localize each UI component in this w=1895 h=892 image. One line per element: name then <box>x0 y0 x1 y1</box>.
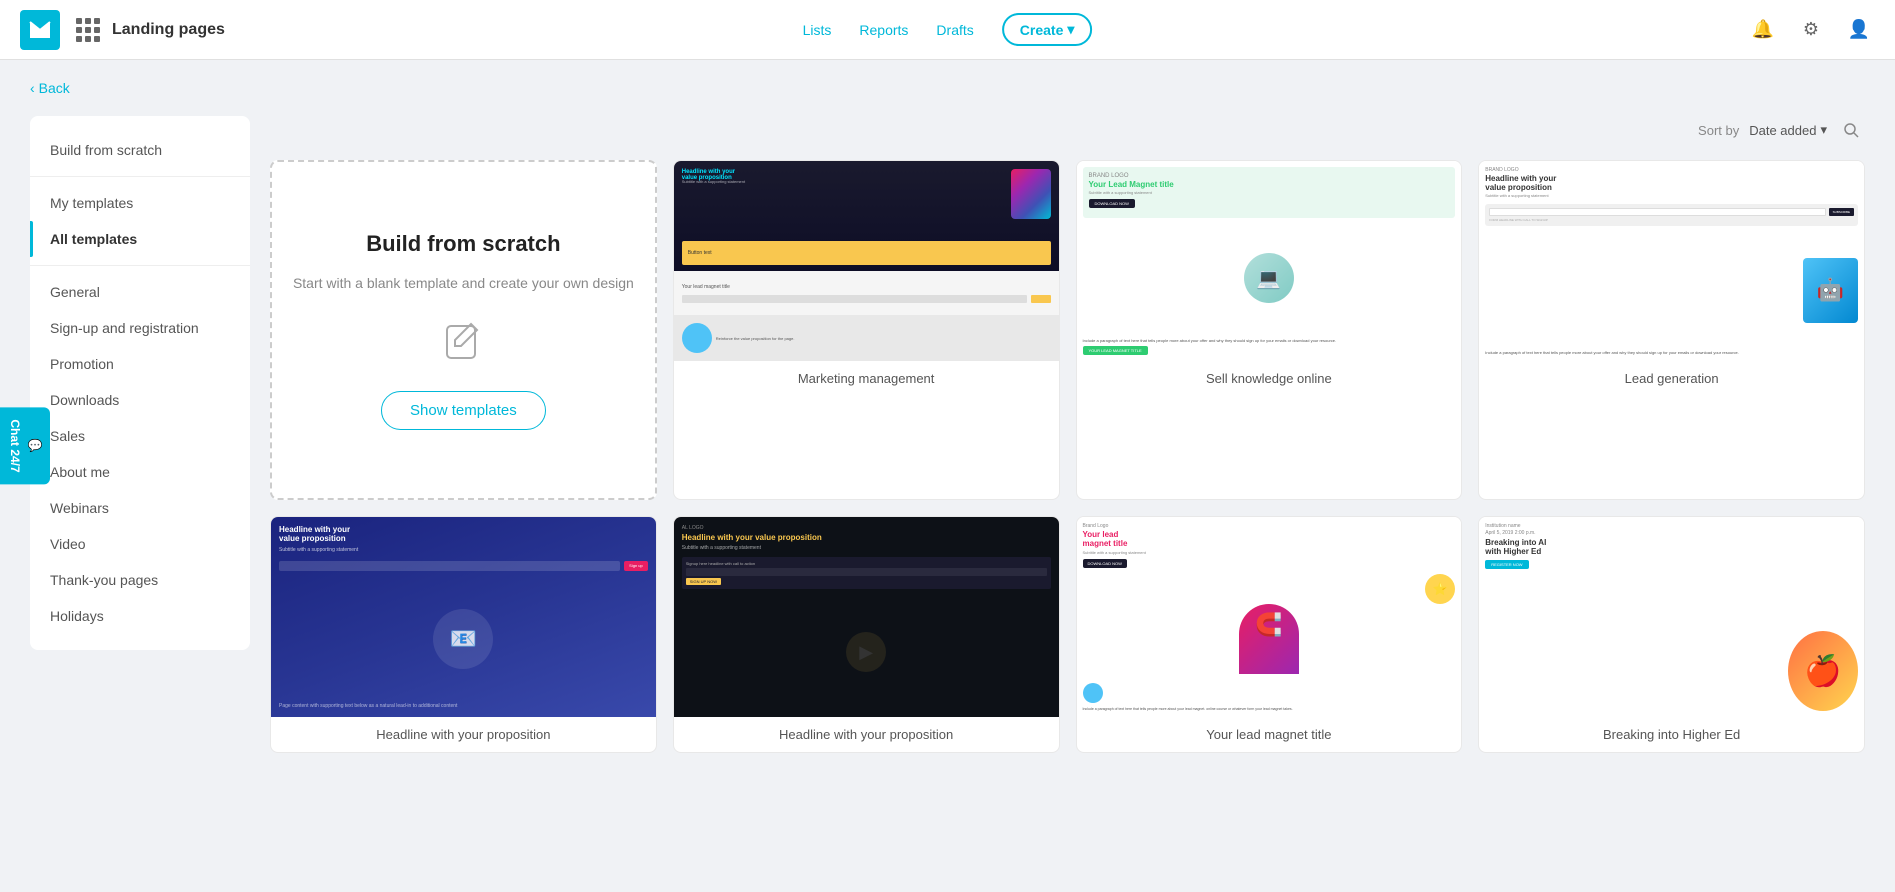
template-preview-headline: Headline with yourvalue proposition Subt… <box>271 517 656 717</box>
template-label-sell: Sell knowledge online <box>1077 361 1462 396</box>
template-label-magnet: Your lead magnet title <box>1077 717 1462 752</box>
template-preview-breaking: Institution name April 5, 2019 2:00 p.m.… <box>1479 517 1864 717</box>
sidebar-item-downloads[interactable]: Downloads <box>30 382 250 418</box>
sidebar-item-all-templates[interactable]: All templates <box>30 221 250 257</box>
content-area: Build from scratch My templates All temp… <box>30 116 1865 753</box>
template-preview-marketing: Headline with yourvalue proposition Subt… <box>674 161 1059 361</box>
sort-dropdown[interactable]: Date added ▾ <box>1749 122 1827 138</box>
template-card-dark-panel[interactable]: AL LOGO Headline with your value proposi… <box>673 516 1060 753</box>
back-arrow-icon: ‹ <box>30 80 35 96</box>
template-label-lead-gen: Lead generation <box>1479 361 1864 396</box>
nav-reports[interactable]: Reports <box>859 22 908 38</box>
header: Landing pages Lists Reports Drafts Creat… <box>0 0 1895 60</box>
scratch-card[interactable]: Build from scratch Start with a blank te… <box>270 160 657 500</box>
template-card-breaking[interactable]: Institution name April 5, 2019 2:00 p.m.… <box>1478 516 1865 753</box>
sidebar-item-thank-you[interactable]: Thank-you pages <box>30 562 250 598</box>
template-card-headline[interactable]: Headline with yourvalue proposition Subt… <box>270 516 657 753</box>
grid-menu-icon[interactable] <box>72 14 104 46</box>
sidebar-item-build-scratch[interactable]: Build from scratch <box>30 132 250 168</box>
template-card-magnet[interactable]: Brand Logo Your leadmagnet title Subtitl… <box>1076 516 1463 753</box>
template-preview-lead-gen: BRAND LOGO Headline with yourvalue propo… <box>1479 161 1864 361</box>
template-card-lead-gen[interactable]: BRAND LOGO Headline with yourvalue propo… <box>1478 160 1865 500</box>
search-button[interactable] <box>1837 116 1865 144</box>
sidebar: Build from scratch My templates All temp… <box>30 116 250 650</box>
template-label-marketing: Marketing management <box>674 361 1059 396</box>
chat-icon: 💬 <box>28 439 42 454</box>
user-icon[interactable]: 👤 <box>1843 14 1875 46</box>
templates-grid: Build from scratch Start with a blank te… <box>270 160 1865 753</box>
template-card-marketing[interactable]: Headline with yourvalue proposition Subt… <box>673 160 1060 500</box>
edit-icon <box>439 318 487 371</box>
template-preview-magnet: Brand Logo Your leadmagnet title Subtitl… <box>1077 517 1462 717</box>
back-link[interactable]: ‹ Back <box>30 80 1865 96</box>
logo <box>20 10 60 50</box>
settings-icon[interactable]: ⚙ <box>1795 14 1827 46</box>
sidebar-item-holidays[interactable]: Holidays <box>30 598 250 634</box>
sidebar-item-my-templates[interactable]: My templates <box>30 185 250 221</box>
template-label-headline: Headline with your proposition <box>271 717 656 752</box>
header-actions: 🔔 ⚙ 👤 <box>1747 14 1875 46</box>
chat-widget[interactable]: 💬 Chat 24/7 <box>0 407 50 484</box>
page-wrapper: ‹ Back Build from scratch My templates A… <box>0 60 1895 773</box>
show-templates-button[interactable]: Show templates <box>381 391 546 430</box>
nav-lists[interactable]: Lists <box>803 22 832 38</box>
sidebar-item-signup[interactable]: Sign-up and registration <box>30 310 250 346</box>
template-card-sell[interactable]: BRAND LOGO Your Lead Magnet title Subtit… <box>1076 160 1463 500</box>
create-button[interactable]: Create ▾ <box>1002 13 1093 46</box>
main-content: Sort by Date added ▾ Build from scratch <box>270 116 1865 753</box>
sidebar-item-video[interactable]: Video <box>30 526 250 562</box>
chevron-down-icon: ▾ <box>1067 21 1074 38</box>
sidebar-item-about-me[interactable]: About me <box>30 454 250 490</box>
sort-arrow-icon: ▾ <box>1820 122 1827 138</box>
template-preview-sell: BRAND LOGO Your Lead Magnet title Subtit… <box>1077 161 1462 361</box>
sidebar-divider-1 <box>30 176 250 177</box>
sidebar-item-sales[interactable]: Sales <box>30 418 250 454</box>
template-label-breaking: Breaking into Higher Ed <box>1479 717 1864 752</box>
sidebar-item-webinars[interactable]: Webinars <box>30 490 250 526</box>
template-preview-dark-panel: AL LOGO Headline with your value proposi… <box>674 517 1059 717</box>
main-nav: Lists Reports Drafts Create ▾ <box>803 13 1093 46</box>
sidebar-item-promotion[interactable]: Promotion <box>30 346 250 382</box>
sort-bar: Sort by Date added ▾ <box>270 116 1865 144</box>
sidebar-divider-2 <box>30 265 250 266</box>
nav-drafts[interactable]: Drafts <box>936 22 973 38</box>
notifications-icon[interactable]: 🔔 <box>1747 14 1779 46</box>
sidebar-item-general[interactable]: General <box>30 274 250 310</box>
template-label-dark-panel: Headline with your proposition <box>674 717 1059 752</box>
